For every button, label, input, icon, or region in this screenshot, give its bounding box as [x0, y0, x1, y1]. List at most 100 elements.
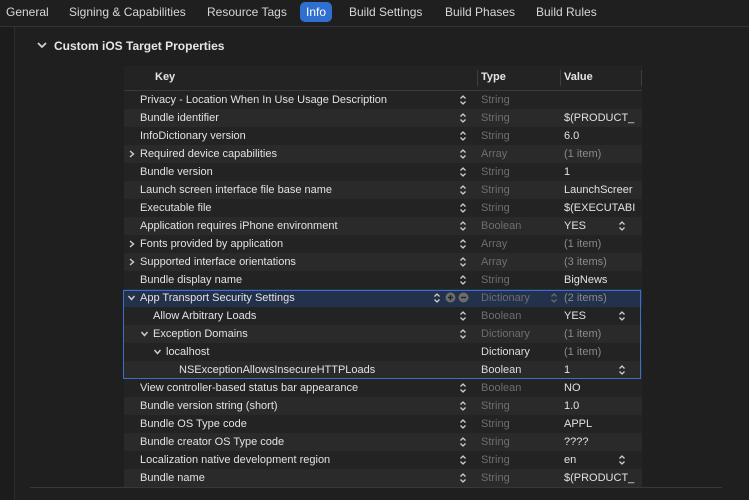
row-key[interactable]: Bundle version: [140, 165, 454, 179]
stepper-icon[interactable]: [550, 292, 558, 304]
column-header-key[interactable]: Key: [155, 71, 175, 83]
row-type[interactable]: String: [481, 471, 553, 485]
chevron-right-icon[interactable]: [127, 239, 136, 249]
row-value[interactable]: $(PRODUCT_: [564, 111, 636, 125]
row-type[interactable]: Boolean: [481, 309, 553, 323]
table-row[interactable]: Executable file String $(EXECUTABI: [124, 199, 642, 217]
tab-general[interactable]: General: [0, 2, 55, 22]
row-key[interactable]: Bundle creator OS Type code: [140, 435, 454, 449]
row-type[interactable]: Dictionary: [481, 345, 553, 359]
table-row[interactable]: localhost Dictionary (1 item): [124, 343, 642, 361]
row-key[interactable]: Bundle display name: [140, 273, 454, 287]
row-value[interactable]: BigNews: [564, 273, 636, 287]
stepper-icon[interactable]: [459, 148, 467, 160]
stepper-icon[interactable]: [459, 130, 467, 142]
value-stepper-icon[interactable]: [618, 220, 626, 232]
chevron-down-icon[interactable]: [127, 293, 136, 303]
table-row[interactable]: App Transport Security Settings Dictionar…: [124, 289, 642, 307]
row-key[interactable]: Application requires iPhone environment: [140, 219, 454, 233]
stepper-icon[interactable]: [433, 292, 441, 304]
row-key[interactable]: Localization native development region: [140, 453, 454, 467]
row-key[interactable]: InfoDictionary version: [140, 129, 454, 143]
row-key[interactable]: Fonts provided by application: [140, 237, 454, 251]
chevron-down-icon[interactable]: [140, 329, 149, 339]
stepper-icon[interactable]: [459, 202, 467, 214]
stepper-icon[interactable]: [459, 382, 467, 394]
row-value[interactable]: $(PRODUCT_: [564, 471, 636, 485]
row-key[interactable]: Launch screen interface file base name: [140, 183, 454, 197]
stepper-icon[interactable]: [459, 310, 467, 322]
stepper-icon[interactable]: [459, 436, 467, 448]
row-type[interactable]: String: [481, 201, 553, 215]
add-icon[interactable]: [445, 292, 456, 303]
column-header-type[interactable]: Type: [481, 71, 506, 83]
row-key[interactable]: Bundle OS Type code: [140, 417, 454, 431]
stepper-icon[interactable]: [459, 418, 467, 430]
row-type[interactable]: String: [481, 453, 553, 467]
row-type[interactable]: String: [481, 111, 553, 125]
table-row[interactable]: Privacy - Location When In Use Usage Des…: [124, 91, 642, 109]
chevron-right-icon[interactable]: [127, 149, 136, 159]
stepper-icon[interactable]: [459, 328, 467, 340]
row-key[interactable]: NSExceptionAllowsInsecureHTTPLoads: [179, 363, 454, 377]
value-stepper-icon[interactable]: [618, 454, 626, 466]
row-key[interactable]: View controller-based status bar appeara…: [140, 381, 454, 395]
row-key[interactable]: Required device capabilities: [140, 147, 454, 161]
row-type[interactable]: String: [481, 273, 553, 287]
table-row[interactable]: Application requires iPhone environment B…: [124, 217, 642, 235]
row-key[interactable]: Exception Domains: [153, 327, 454, 341]
stepper-icon[interactable]: [459, 220, 467, 232]
table-row[interactable]: Allow Arbitrary Loads Boolean YES: [124, 307, 642, 325]
row-value[interactable]: 6.0: [564, 129, 636, 143]
row-type[interactable]: Dictionary: [481, 291, 553, 305]
row-type[interactable]: Dictionary: [481, 327, 553, 341]
table-row[interactable]: View controller-based status bar appeara…: [124, 379, 642, 397]
chevron-down-icon[interactable]: [36, 39, 48, 53]
table-row[interactable]: Required device capabilities Array (1 item…: [124, 145, 642, 163]
row-type[interactable]: Boolean: [481, 381, 553, 395]
row-value[interactable]: (3 items): [564, 255, 636, 269]
table-row[interactable]: Bundle display name String BigNews: [124, 271, 642, 289]
table-row[interactable]: Bundle version String 1: [124, 163, 642, 181]
stepper-icon[interactable]: [459, 400, 467, 412]
row-value[interactable]: (2 items): [564, 291, 636, 305]
row-value[interactable]: LaunchScreer: [564, 183, 636, 197]
table-row[interactable]: Localization native development region St…: [124, 451, 642, 469]
table-row[interactable]: Bundle version string (short) String 1.0: [124, 397, 642, 415]
stepper-icon[interactable]: [459, 472, 467, 484]
row-value[interactable]: 1.0: [564, 399, 636, 413]
tab-info[interactable]: Info: [300, 2, 333, 22]
row-value[interactable]: $(EXECUTABI: [564, 201, 636, 215]
row-value[interactable]: (1 item): [564, 237, 636, 251]
table-row[interactable]: NSExceptionAllowsInsecureHTTPLoads Boolea…: [124, 361, 642, 379]
row-value[interactable]: (1 item): [564, 147, 636, 161]
tab-build-settings[interactable]: Build Settings: [343, 2, 428, 22]
row-type[interactable]: String: [481, 399, 553, 413]
table-row[interactable]: Fonts provided by application Array (1 ite…: [124, 235, 642, 253]
row-type[interactable]: String: [481, 129, 553, 143]
stepper-icon[interactable]: [459, 238, 467, 250]
remove-icon[interactable]: [458, 292, 469, 303]
row-key[interactable]: Bundle identifier: [140, 111, 454, 125]
row-value[interactable]: ????: [564, 435, 636, 449]
stepper-icon[interactable]: [459, 184, 467, 196]
chevron-down-icon[interactable]: [153, 347, 162, 357]
row-key[interactable]: Bundle version string (short): [140, 399, 454, 413]
row-type[interactable]: String: [481, 183, 553, 197]
table-row[interactable]: InfoDictionary version String 6.0: [124, 127, 642, 145]
value-stepper-icon[interactable]: [618, 364, 626, 376]
row-type[interactable]: String: [481, 165, 553, 179]
column-header-value[interactable]: Value: [564, 71, 593, 83]
stepper-icon[interactable]: [459, 94, 467, 106]
table-row[interactable]: Bundle identifier String $(PRODUCT_: [124, 109, 642, 127]
row-type[interactable]: Array: [481, 237, 553, 251]
row-key[interactable]: App Transport Security Settings: [140, 291, 454, 305]
row-type[interactable]: Boolean: [481, 363, 553, 377]
row-value[interactable]: (1 item): [564, 327, 636, 341]
tab-signing-capabilities[interactable]: Signing & Capabilities: [63, 2, 192, 22]
tab-resource-tags[interactable]: Resource Tags: [201, 2, 293, 22]
value-stepper-icon[interactable]: [618, 310, 626, 322]
row-value[interactable]: 1: [564, 165, 636, 179]
table-row[interactable]: Supported interface orientations Array (3 …: [124, 253, 642, 271]
stepper-icon[interactable]: [459, 112, 467, 124]
